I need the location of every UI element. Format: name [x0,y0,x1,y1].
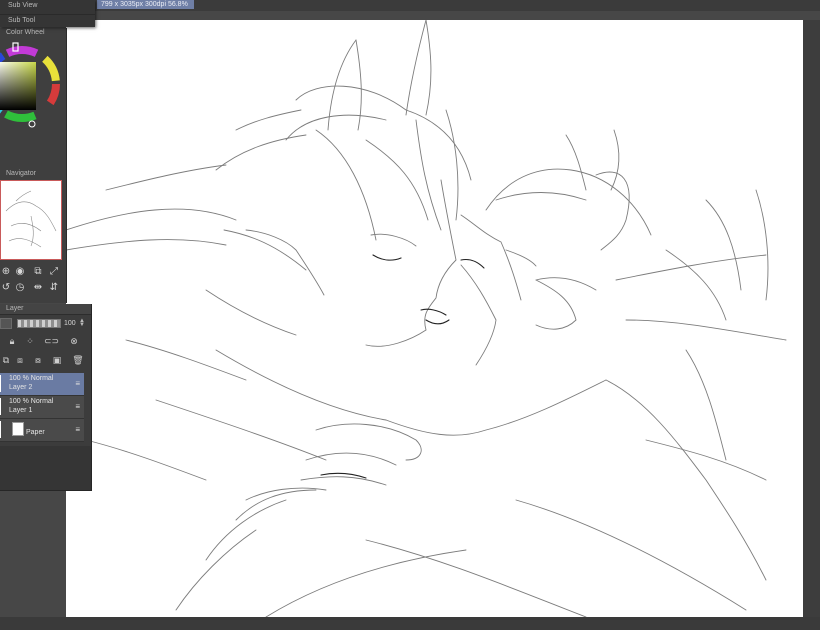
opacity-value[interactable]: 100 [64,318,76,329]
zoom-in-icon[interactable]: ⊕ [0,266,12,278]
left-dock-panel: Color Wheel 0 [0,28,67,303]
layer-menu-icon[interactable]: ≡ [75,425,80,434]
layer-name: Paper [26,429,45,436]
opacity-slider[interactable] [17,319,61,328]
layer-thumbnail [0,375,1,392]
color-wheel-title: Color Wheel [6,29,45,36]
layer-panel-title: Layer [0,304,91,315]
menu-item-sub-tool[interactable]: Sub Tool [0,14,95,26]
layer-menu-icon[interactable]: ≡ [75,379,80,388]
layer-row-layer-1[interactable]: 100 % Normal Layer 1 ≡ [0,396,84,419]
menu-item-sub-view[interactable]: Sub View [0,0,95,11]
clip-layer-icon[interactable]: ⊂⊃ [44,335,59,347]
flip-horizontal-icon[interactable]: ⇹ [32,282,44,294]
navigator-toolbar: ⊕ ◉ ⧉ ⤢ ↺ ◷ ⇹ ⇵ [0,266,66,300]
lock-transparency-icon[interactable]: ⁘ [24,335,36,347]
sketch-artwork [66,20,787,617]
layer-menu-icon[interactable]: ≡ [75,402,80,411]
lock-icon[interactable]: 🔒︎ [6,335,18,347]
layer-options-row: 🔒︎ ⁘ ⊂⊃ ⊗ [0,335,91,349]
reference-layer-icon[interactable]: ⊗ [68,335,80,347]
new-folder-icon[interactable]: ⧇ [32,354,44,366]
layer-name: Layer 1 [9,407,33,414]
layer-mask-icon[interactable]: ▣ [51,354,63,366]
document-info-tab[interactable]: 799 x 3035px 300dpi 56.8% [97,0,194,9]
color-wheel[interactable] [0,38,64,166]
layer-name: Layer 2 [9,384,33,391]
blend-mode-button[interactable] [0,318,12,329]
navigator-title: Navigator [6,170,36,177]
layer-thumbnail [0,398,1,415]
rotate-left-icon[interactable]: ↺ [0,282,12,294]
navigator-preview[interactable] [0,180,62,260]
delete-layer-icon[interactable]: 🗑︎ [72,354,84,366]
right-margin-area [803,20,820,617]
window-menu-dropdown: Sub View Sub Tool [0,0,95,27]
fullscreen-icon[interactable]: ⤢ [48,266,60,278]
layer-opacity-row: 100 ▲ ▼ [0,316,91,330]
layer-opacity-mode: 100 % Normal [9,398,54,405]
layer-panel: Layer 100 ▲ ▼ 🔒︎ ⁘ ⊂⊃ ⊗ ⧉ ⧈ ⧇ ▣ 🗑︎ 100 % … [0,304,92,491]
layer-row-paper[interactable]: Paper ≡ [0,419,84,442]
layer-row-layer-2[interactable]: 100 % Normal Layer 2 ≡ [0,373,84,396]
layer-thumbnail [0,421,1,438]
reset-rotation-icon[interactable]: ◷ [14,282,26,294]
layer-list-empty-area [0,446,91,490]
drawing-canvas[interactable] [66,20,803,617]
paper-thumbnail [12,422,24,436]
new-raster-layer-icon[interactable]: ⧉ [0,354,12,366]
opacity-spinner-icon[interactable]: ▲ ▼ [79,318,85,328]
flip-vertical-icon[interactable]: ⇵ [48,282,60,294]
actual-size-icon[interactable]: ⧉ [32,266,44,278]
layer-opacity-mode: 100 % Normal [9,375,54,382]
new-vector-layer-icon[interactable]: ⧈ [14,354,26,366]
layer-actions-row: ⧉ ⧈ ⧇ ▣ 🗑︎ [0,354,91,368]
bottom-bar [0,617,820,630]
fit-view-icon[interactable]: ◉ [14,266,26,278]
